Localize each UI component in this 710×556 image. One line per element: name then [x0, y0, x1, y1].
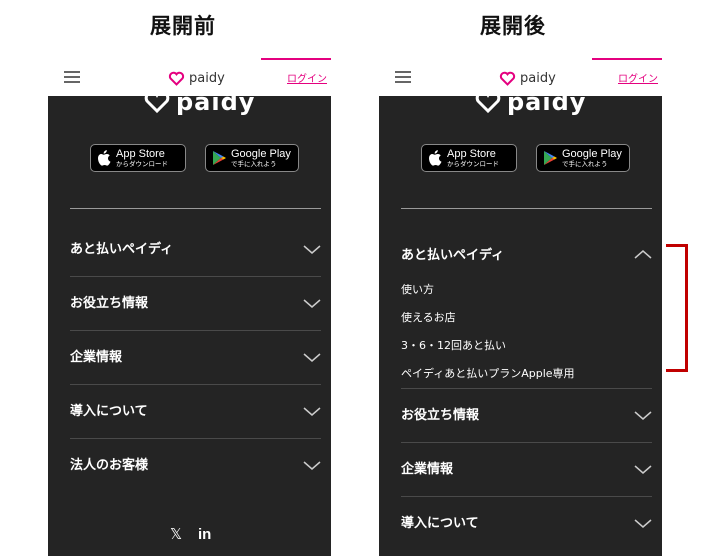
menu-item-label: お役立ち情報	[401, 408, 480, 423]
chevron-up-icon	[634, 250, 652, 259]
chevron-down-icon	[634, 411, 652, 420]
linkedin-icon[interactable]: in	[198, 526, 211, 543]
divider	[401, 208, 652, 209]
chevron-down-icon	[303, 245, 321, 254]
app-store-badge[interactable]: App Store からダウンロード	[90, 144, 186, 172]
menu-item-label: あと払いペイディ	[401, 248, 505, 263]
google-play-sublabel: で手に入れよう	[231, 159, 277, 168]
accent-line	[592, 58, 662, 60]
caption-before: 展開前	[150, 14, 216, 38]
menu-item-useful-info[interactable]: お役立ち情報	[48, 277, 331, 331]
chevron-down-icon	[634, 519, 652, 528]
menu-item-introduction[interactable]: 導入について	[379, 497, 662, 551]
chevron-down-icon	[303, 353, 321, 362]
paidy-logo[interactable]: paidy	[168, 68, 225, 88]
app-store-sublabel: からダウンロード	[116, 159, 168, 168]
footer-logo: paidy	[475, 88, 586, 116]
menu-item-atobarai-expanded[interactable]: あと払いペイディ	[379, 229, 662, 283]
highlight-bracket	[666, 244, 688, 372]
google-play-label: Google Play	[562, 147, 622, 160]
paidy-logo[interactable]: paidy	[499, 68, 556, 88]
menu-item-label: 企業情報	[401, 462, 454, 477]
login-link[interactable]: ログイン	[287, 70, 327, 85]
x-icon[interactable]: 𝕏	[170, 525, 182, 543]
menu-item-label: お役立ち情報	[70, 296, 149, 311]
menu-item-label: 法人のお客様	[70, 458, 149, 473]
app-store-label: App Store	[447, 147, 496, 160]
menu-item-useful-info[interactable]: お役立ち情報	[379, 389, 662, 443]
paidy-heart-icon	[499, 71, 516, 86]
google-play-icon	[541, 149, 559, 167]
menu-item-label: 導入について	[70, 404, 148, 419]
chevron-down-icon	[303, 407, 321, 416]
menu-item-corporate[interactable]: 法人のお客様	[48, 439, 331, 493]
app-store-badge[interactable]: App Store からダウンロード	[421, 144, 517, 172]
submenu-item-shops[interactable]: 使えるお店	[401, 309, 456, 325]
paidy-heart-icon	[475, 90, 501, 114]
chevron-down-icon	[303, 461, 321, 470]
app-store-label: App Store	[116, 147, 165, 160]
chevron-down-icon	[634, 465, 652, 474]
login-link[interactable]: ログイン	[618, 70, 658, 85]
menu-item-introduction[interactable]: 導入について	[48, 385, 331, 439]
menu-item-atobarai[interactable]: あと払いペイディ	[48, 223, 331, 277]
google-play-badge[interactable]: Google Play で手に入れよう	[205, 144, 299, 172]
paidy-heart-icon	[168, 71, 185, 86]
brand-name: paidy	[520, 70, 556, 86]
submenu-item-apple-plan[interactable]: ペイディあと払いプランApple専用	[401, 365, 575, 381]
submenu-item-installments[interactable]: 3・6・12回あと払い	[401, 337, 506, 353]
menu-item-label: 企業情報	[70, 350, 123, 365]
footer-logo: paidy	[144, 88, 255, 116]
phone-after: paidy ログイン paidy App Store からダウンロード Googl…	[379, 58, 662, 556]
apple-icon	[426, 149, 444, 167]
phone-before: paidy ログイン paidy App Store からダウンロード Googl…	[48, 58, 331, 556]
chevron-down-icon	[303, 299, 321, 308]
app-store-sublabel: からダウンロード	[447, 159, 499, 168]
apple-icon	[95, 149, 113, 167]
footer-brand-name: paidy	[176, 88, 256, 116]
menu-item-company[interactable]: 企業情報	[379, 443, 662, 497]
menu-item-label: 導入について	[401, 516, 479, 531]
menu-item-label: あと払いペイディ	[70, 242, 174, 257]
hamburger-menu-icon[interactable]	[64, 71, 80, 83]
hamburger-menu-icon[interactable]	[395, 71, 411, 83]
divider	[70, 208, 321, 209]
paidy-heart-icon	[144, 90, 170, 114]
caption-after: 展開後	[480, 14, 546, 38]
google-play-badge[interactable]: Google Play で手に入れよう	[536, 144, 630, 172]
menu-item-company[interactable]: 企業情報	[48, 331, 331, 385]
submenu-item-how-to-use[interactable]: 使い方	[401, 281, 434, 297]
google-play-sublabel: で手に入れよう	[562, 159, 608, 168]
footer-brand-name: paidy	[507, 88, 587, 116]
google-play-label: Google Play	[231, 147, 291, 160]
brand-name: paidy	[189, 70, 225, 86]
google-play-icon	[210, 149, 228, 167]
accent-line	[261, 58, 331, 60]
